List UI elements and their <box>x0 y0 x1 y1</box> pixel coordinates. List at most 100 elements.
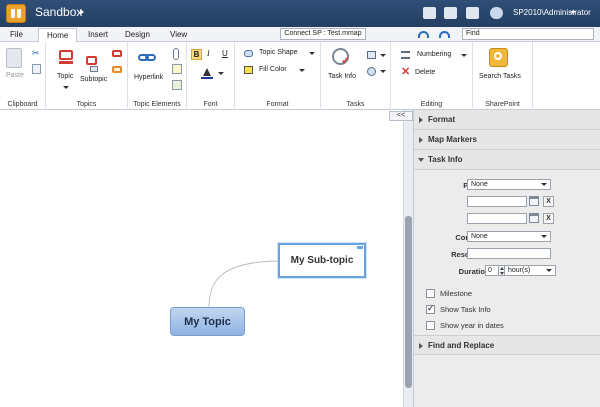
delete-button[interactable]: Delete <box>415 69 435 76</box>
redo-icon[interactable] <box>438 29 450 38</box>
start-date-input[interactable] <box>467 196 527 207</box>
topics-group-label: Topics <box>76 101 97 108</box>
numbering-icon[interactable] <box>401 51 410 59</box>
show-year-checkbox[interactable] <box>426 321 435 330</box>
topic-button[interactable]: Topic <box>57 73 73 80</box>
task-info-section-header[interactable]: Task Info <box>414 150 600 170</box>
undo-icon[interactable] <box>417 29 429 38</box>
duration-input[interactable]: 0 <box>485 265 499 276</box>
paste-icon[interactable] <box>6 48 22 68</box>
image-icon[interactable] <box>172 80 182 90</box>
clipboard-group-label: Clipboard <box>7 101 38 108</box>
format-section-header[interactable]: Format <box>414 110 600 130</box>
map-markers-section-header[interactable]: Map Markers <box>414 130 600 150</box>
fill-color-dropdown-icon[interactable] <box>299 69 305 72</box>
find-replace-section-header[interactable]: Find and Replace <box>414 335 600 355</box>
find-input[interactable]: Find <box>462 28 594 40</box>
collapse-panel-button[interactable]: << <box>389 111 413 121</box>
font-color-icon[interactable] <box>203 68 211 76</box>
subtopic-icon[interactable] <box>86 56 97 65</box>
help-icon[interactable] <box>490 7 503 19</box>
tab-home[interactable]: Home <box>38 28 78 42</box>
show-task-info-checkbox[interactable] <box>426 303 435 314</box>
duration-label: Duration: <box>458 267 492 276</box>
bold-button[interactable]: B <box>191 49 202 60</box>
user-caret-icon[interactable] <box>570 11 576 14</box>
priority-dropdown-icon[interactable] <box>380 54 386 57</box>
topics-group: Topic Subtopic Topics <box>46 42 128 110</box>
tab-view[interactable]: View <box>170 30 187 39</box>
subtopic-label: My Sub-topic <box>290 255 354 266</box>
topic-shape-button[interactable]: Topic Shape <box>259 49 298 56</box>
vertical-scrollbar[interactable] <box>403 110 413 407</box>
attachment-icon[interactable] <box>173 48 179 60</box>
copy-icon[interactable] <box>32 64 41 74</box>
fill-color-icon[interactable] <box>244 66 253 74</box>
floating-topic-icon[interactable] <box>112 50 122 57</box>
clipboard-group: Paste ✂ Clipboard <box>0 42 46 110</box>
site-title[interactable]: Sandbox <box>35 5 82 19</box>
due-date-input[interactable] <box>467 213 527 224</box>
calendar-icon[interactable] <box>529 213 539 223</box>
collapse-arrow-icon <box>418 158 424 162</box>
tab-file[interactable]: File <box>10 30 23 39</box>
numbering-button[interactable]: Numbering <box>417 51 451 58</box>
topic-shape-icon[interactable] <box>244 50 253 57</box>
tab-insert[interactable]: Insert <box>88 30 108 39</box>
notes-icon[interactable] <box>172 64 182 74</box>
progress-dropdown-icon[interactable] <box>380 70 386 73</box>
milestone-checkbox[interactable] <box>426 289 435 298</box>
hyperlink-icon-link <box>145 54 156 61</box>
editing-group: Numbering ✕ Delete Editing <box>391 42 473 110</box>
paste-button[interactable]: Paste <box>6 72 24 79</box>
complete-select[interactable]: None <box>467 231 551 242</box>
search-tasks-button[interactable]: Search Tasks <box>479 73 521 80</box>
sharepoint-logo-icon[interactable] <box>6 4 26 23</box>
duration-unit-select[interactable]: hour(s) <box>504 265 556 276</box>
tag-icon[interactable] <box>423 7 436 19</box>
document-title: Connect SP : Test.mmap <box>280 28 366 40</box>
central-topic-label: My Topic <box>184 316 231 328</box>
delete-icon[interactable]: ✕ <box>401 67 410 78</box>
resize-handle[interactable] <box>357 246 363 249</box>
clear-due-button[interactable]: X <box>543 213 554 224</box>
font-color-dropdown-icon[interactable] <box>218 72 224 75</box>
tasks-group-label: Tasks <box>346 101 365 108</box>
people-icon[interactable] <box>466 7 479 19</box>
italic-button[interactable]: I <box>207 49 210 58</box>
underline-button[interactable]: U <box>222 49 228 58</box>
tab-design[interactable]: Design <box>125 30 150 39</box>
central-topic-node[interactable]: My Topic <box>170 307 245 336</box>
topic-dropdown-icon[interactable] <box>63 86 69 89</box>
priority-select[interactable]: None <box>467 179 551 190</box>
topic-shape-dropdown-icon[interactable] <box>309 52 315 55</box>
sharepoint-group: Search Tasks SharePoint <box>473 42 533 110</box>
expand-arrow-icon <box>419 343 423 349</box>
search-tasks-lens-icon <box>494 52 502 60</box>
hyperlink-button[interactable]: Hyperlink <box>134 74 163 81</box>
format-group-label: Format <box>266 101 289 108</box>
user-menu[interactable]: SP2010\Administrator <box>513 8 591 17</box>
font-group: B I U Font <box>187 42 235 110</box>
site-caret-icon[interactable] <box>80 9 84 15</box>
priority-icon[interactable] <box>367 51 376 59</box>
cut-icon[interactable]: ✂ <box>32 49 41 58</box>
subtopic-node[interactable]: My Sub-topic <box>278 243 366 278</box>
find-replace-section-title: Find and Replace <box>428 341 495 350</box>
resources-input[interactable] <box>467 248 551 259</box>
notes-icon[interactable] <box>444 7 457 19</box>
numbering-dropdown-icon[interactable] <box>461 54 467 57</box>
topic-icon[interactable] <box>59 50 73 60</box>
tasks-group: ✓ Task Info Tasks <box>321 42 391 110</box>
calendar-icon[interactable] <box>529 196 539 206</box>
clear-start-button[interactable]: X <box>543 196 554 207</box>
fill-color-button[interactable]: Fill Color <box>259 66 287 73</box>
format-section-title: Format <box>428 115 456 124</box>
progress-icon[interactable] <box>367 67 376 76</box>
subtopic-button[interactable]: Subtopic <box>80 76 107 83</box>
callout-icon[interactable] <box>112 66 122 73</box>
complete-value: None <box>471 233 488 240</box>
scrollbar-thumb[interactable] <box>405 216 412 388</box>
duration-unit-value: hour(s) <box>508 267 531 274</box>
task-info-button[interactable]: Task Info <box>328 73 356 80</box>
